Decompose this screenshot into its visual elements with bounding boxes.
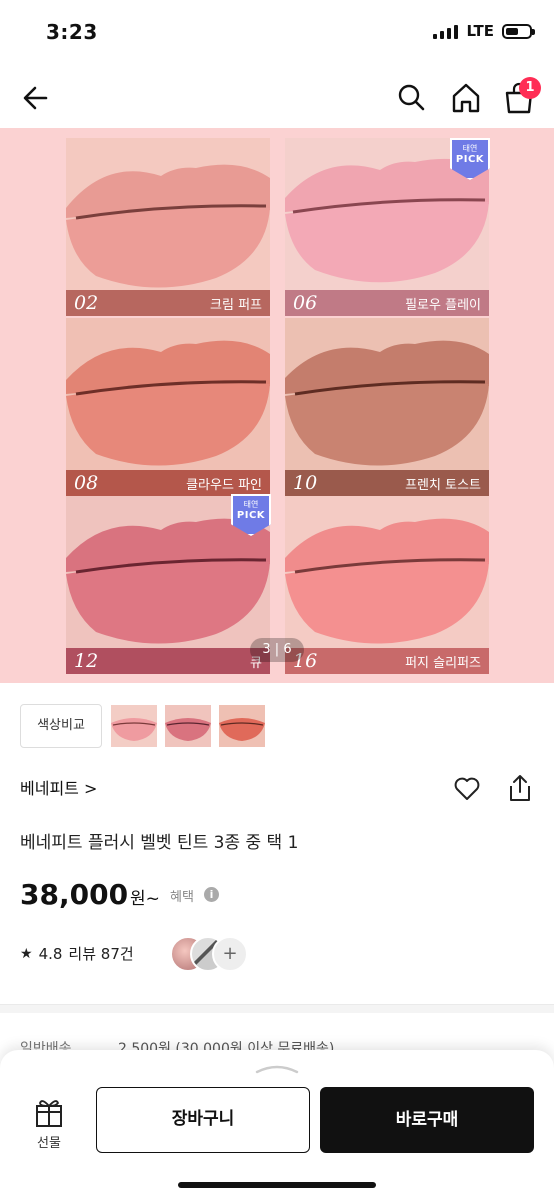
chevron-up-icon[interactable] (253, 1064, 301, 1074)
more-photos-icon: + (212, 936, 248, 972)
gift-icon (36, 1100, 62, 1127)
swatch-tile: 08 클라우드 파인 (66, 318, 270, 496)
swatch-number: 12 (74, 650, 99, 672)
status-time: 3:23 (46, 20, 98, 44)
home-indicator (178, 1182, 376, 1188)
product-image-carousel[interactable]: 02 크림 퍼프 06 필로우 플레이 08 클라우드 파인 10 프렌치 토스… (0, 128, 554, 683)
top-navigation (0, 66, 554, 128)
color-compare-button[interactable]: 색상비교 (20, 704, 102, 748)
info-icon[interactable]: i (204, 887, 219, 902)
color-thumbnail[interactable] (219, 705, 265, 747)
pick-badge-top: 태연 (462, 144, 478, 153)
pick-badge-bottom: PICK (455, 154, 485, 165)
product-price: 38,000 (20, 878, 129, 911)
cart-count-badge: 1 (519, 77, 541, 99)
swatch-name: 클라우드 파인 (186, 477, 262, 493)
signal-icon (433, 23, 459, 39)
swatch-name: 필로우 플레이 (405, 297, 481, 313)
swatch-number: 10 (293, 472, 318, 494)
home-icon[interactable] (446, 80, 486, 116)
back-arrow-icon[interactable] (18, 80, 54, 116)
section-divider (0, 1004, 554, 1013)
swatch-number: 06 (293, 292, 318, 314)
battery-icon (502, 23, 535, 39)
swatch-number: 02 (74, 292, 99, 314)
swatch-name: 크림 퍼프 (210, 297, 262, 313)
swatch-number: 08 (74, 472, 99, 494)
color-thumbnail[interactable] (165, 705, 211, 747)
star-icon: ★ (20, 945, 33, 962)
carousel-page-indicator: 3 | 6 (250, 638, 304, 662)
brand-link[interactable]: 베네피트 > (20, 775, 97, 799)
swatch-tile: 16 퍼지 슬리퍼즈 (285, 496, 489, 674)
color-thumbnail[interactable] (111, 705, 157, 747)
gift-label: 선물 (37, 1136, 61, 1151)
review-count: 리뷰 87건 (68, 945, 134, 963)
swatch-tile: 02 크림 퍼프 (66, 138, 270, 316)
status-bar: 3:23 LTE (0, 0, 554, 66)
rating-summary[interactable]: ★ 4.8 리뷰 87건 (20, 943, 134, 964)
pick-badge-bottom: PICK (236, 510, 266, 521)
benefit-label[interactable]: 혜택 (170, 886, 194, 905)
pick-badge-top: 태연 (243, 500, 259, 509)
gift-button[interactable]: 선물 (28, 1096, 70, 1156)
swatch-tile: 10 프렌치 토스트 (285, 318, 489, 496)
add-to-cart-button[interactable]: 장바구니 (96, 1087, 310, 1153)
rating-value: 4.8 (38, 944, 63, 963)
network-label: LTE (466, 22, 494, 40)
search-icon[interactable] (392, 80, 432, 116)
price-suffix: 원~ (130, 889, 160, 909)
buy-now-button[interactable]: 바로구매 (320, 1087, 534, 1153)
purchase-bar: 선물 장바구니 바로구매 (0, 1050, 554, 1200)
swatch-name: 퍼지 슬리퍼즈 (405, 655, 481, 671)
share-icon[interactable] (506, 772, 534, 804)
product-title: 베네피트 플러시 벨벳 틴트 3종 중 택 1 (20, 833, 299, 853)
swatch-name: 프렌치 토스트 (405, 477, 481, 493)
heart-icon[interactable] (452, 773, 482, 803)
